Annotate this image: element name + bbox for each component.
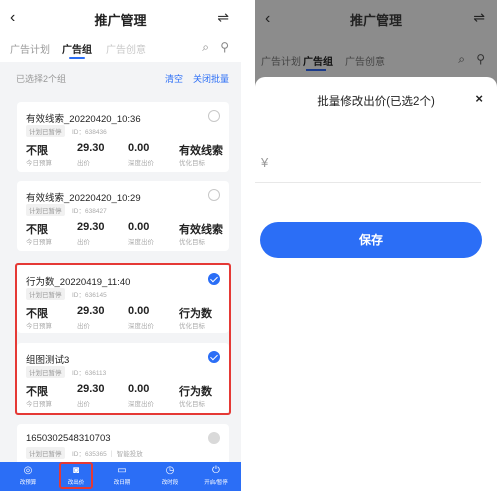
status-badge: 计划已暂停 bbox=[26, 204, 65, 216]
change-budget-button[interactable]: ◎ 改预算 bbox=[8, 465, 48, 487]
currency-symbol: ¥ bbox=[261, 155, 269, 170]
search-icon[interactable]: ⌕ bbox=[202, 40, 209, 55]
bid-value: 29.30 bbox=[77, 221, 105, 233]
bid-value: 29.30 bbox=[77, 142, 105, 154]
toggle-status-button[interactable]: ⏻ 开启/暂停 bbox=[196, 465, 236, 487]
deep-bid-label: 深度出价 bbox=[128, 239, 154, 246]
bid-input-underline[interactable] bbox=[255, 182, 481, 183]
ad-group-list-screen: ‹ 推广管理 ⇌ 广告计划 广告组 广告创意 ⌕ ⚲ 已选择2个组 清空 关闭批… bbox=[0, 0, 241, 491]
tab-campaign[interactable]: 广告计划 bbox=[10, 41, 50, 56]
tab-campaign: 广告计划 bbox=[261, 57, 301, 68]
nav-bar: ‹ 推广管理 ⇌ bbox=[0, 0, 241, 36]
tab-ad-group[interactable]: 广告组 bbox=[62, 41, 92, 56]
close-batch-button[interactable]: 关闭批量 bbox=[193, 72, 229, 85]
budget-label: 今日预算 bbox=[26, 239, 52, 246]
budget-value: 不限 bbox=[26, 145, 48, 157]
goal-label: 优化目标 bbox=[179, 239, 205, 246]
ad-group-id: ID：638436 bbox=[72, 129, 107, 136]
switch-icon: ⇌ bbox=[473, 9, 485, 25]
goal-label: 优化目标 bbox=[179, 160, 205, 167]
selected-count: 已选择2个组 bbox=[16, 74, 67, 84]
action-label: 改时段 bbox=[161, 480, 179, 486]
select-radio[interactable] bbox=[208, 110, 220, 122]
ad-group-name: 有效线索_20220420_10:29 bbox=[26, 193, 141, 204]
close-icon[interactable]: × bbox=[475, 91, 483, 106]
date-icon: ▭ bbox=[117, 465, 127, 476]
filter-icon: ⚲ bbox=[476, 52, 485, 66]
budget-value: 不限 bbox=[26, 224, 48, 236]
bid-label: 出价 bbox=[77, 239, 90, 246]
page-title: 推广管理 bbox=[349, 13, 402, 28]
deep-bid-label: 深度出价 bbox=[128, 160, 154, 167]
batch-bid-sheet: 批量修改出价(已选2个) × ¥ 保存 bbox=[255, 77, 497, 491]
batch-bid-screen: ‹ 推广管理 ⇌ 广告计划 广告组 广告创意 ⌕ ⚲ 批量修改出价(已选2个) … bbox=[255, 0, 497, 491]
budget-icon: ◎ bbox=[23, 465, 33, 476]
deep-bid-value: 0.00 bbox=[128, 221, 150, 233]
batch-action-bar: ◎ 改预算 ◙ 改出价 ▭ 改日期 ◷ 改时段 ⏻ 开启/暂停 bbox=[0, 462, 241, 491]
change-time-button[interactable]: ◷ 改时段 bbox=[150, 465, 190, 487]
ad-group-name: 有效线索_20220420_10:36 bbox=[26, 114, 141, 125]
tab-creative[interactable]: 广告创意 bbox=[106, 41, 146, 56]
sheet-title: 批量修改出价(已选2个) bbox=[317, 96, 435, 108]
filter-icon[interactable]: ⚲ bbox=[220, 40, 229, 54]
ad-group-id: ID：638427 bbox=[72, 208, 107, 215]
save-button[interactable]: 保存 bbox=[260, 222, 482, 258]
time-icon: ◷ bbox=[165, 465, 175, 476]
ad-group-card[interactable]: 有效线索_20220420_10:36 计划已暂停 ID：638436 不限 2… bbox=[17, 102, 229, 172]
switch-icon[interactable]: ⇌ bbox=[217, 9, 229, 26]
goal-value: 有效线索 bbox=[179, 145, 223, 157]
action-label: 改日期 bbox=[113, 480, 131, 486]
bid-label: 出价 bbox=[77, 160, 90, 167]
deep-bid-value: 0.00 bbox=[128, 142, 150, 154]
ad-group-card[interactable]: 有效线索_20220420_10:29 计划已暂停 ID：638427 不限 2… bbox=[17, 181, 229, 251]
bid-button-highlight-frame bbox=[59, 462, 93, 489]
ad-group-id: ID：635365 ｜ 智能投放 bbox=[72, 451, 143, 458]
change-date-button[interactable]: ▭ 改日期 bbox=[102, 465, 142, 487]
action-label: 改预算 bbox=[19, 480, 37, 486]
tab-creative: 广告创意 bbox=[345, 57, 385, 68]
budget-label: 今日预算 bbox=[26, 160, 52, 167]
selection-bar: 已选择2个组 清空 关闭批量 bbox=[0, 62, 241, 92]
tab-underline bbox=[306, 69, 326, 71]
tab-underline bbox=[69, 57, 85, 59]
page-title: 推广管理 bbox=[94, 13, 147, 28]
power-icon: ⏻ bbox=[212, 465, 220, 476]
action-label: 开启/暂停 bbox=[204, 480, 228, 486]
tab-bar: 广告计划 广告组 广告创意 ⌕ ⚲ bbox=[0, 36, 241, 62]
status-badge: 计划已暂停 bbox=[26, 125, 65, 137]
selection-highlight-frame bbox=[15, 263, 231, 415]
search-icon: ⌕ bbox=[458, 52, 465, 66]
ad-group-name: 1650302548310703 bbox=[26, 433, 111, 444]
tab-ad-group: 广告组 bbox=[303, 57, 333, 68]
clear-button[interactable]: 清空 bbox=[165, 72, 183, 85]
disabled-radio-icon bbox=[208, 432, 220, 444]
select-radio[interactable] bbox=[208, 189, 220, 201]
goal-value: 有效线索 bbox=[179, 224, 223, 236]
status-badge: 计划已暂停 bbox=[26, 447, 65, 459]
